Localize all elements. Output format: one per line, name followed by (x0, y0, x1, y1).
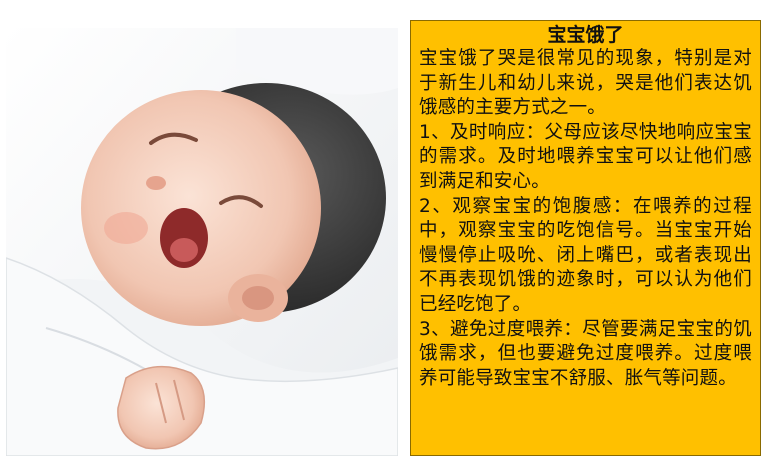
article-point-1: 1、及时响应：父母应该尽快地响应宝宝的需求。及时地喂养宝宝可以让他们感到满足和安… (419, 121, 752, 192)
article-title: 宝宝饿了 (547, 24, 624, 46)
article-intro: 宝宝饿了哭是很常见的现象，特别是对于新生儿和幼儿来说，哭是他们表达饥饿感的主要方… (419, 48, 752, 119)
article-point-2: 2、观察宝宝的饱腹感：在喂养的过程中，观察宝宝的吃饱信号。当宝宝开始慢慢停止吸吮… (419, 195, 752, 315)
crying-baby-illustration (6, 28, 398, 456)
crying-baby-photo (6, 28, 398, 456)
article-point-3: 3、避免过度喂养：尽管要满足宝宝的饥饿需求，但也要避免过度喂养。过度喂养可能导致… (419, 318, 752, 389)
article-box: 宝宝饿了 宝宝饿了哭是很常见的现象，特别是对于新生儿和幼儿来说，哭是他们表达饥饿… (410, 20, 761, 456)
